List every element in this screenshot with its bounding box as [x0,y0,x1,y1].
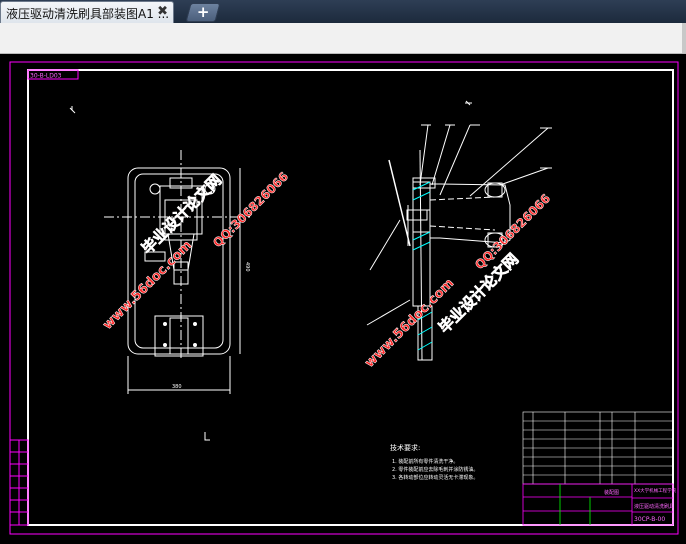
tech-title: 技术要求: [390,443,420,452]
tech-note-2: 2. 零件装配前应去除毛刺并涂防锈油。 [392,466,478,473]
view-mark-b [465,100,472,106]
new-tab-button[interactable]: + [185,3,221,22]
title-school: XX大学机械工程学院 [634,487,677,494]
tab-drawing[interactable]: 液压驱动清洗刷具部装图A1 ... ✖ [0,1,174,23]
view-mark-a [69,106,76,114]
toolbar-edge [682,23,686,53]
watermark-left: 毕业设计论文网 www.56doc.com QQ:306826066 [100,169,291,333]
tech-note-3: 3. 各转动部位应转动灵活无卡滞现象。 [392,474,478,481]
dim-width: 380 [172,384,182,390]
parts-list [522,411,674,485]
left-view [104,150,250,394]
watermark-right: 毕业设计论文网 www.56doc.com QQ:306826066 [362,191,553,371]
drawing-code-top: 30-B-LD03 [30,73,62,80]
title-stage: 装配图 [604,489,619,496]
left-margin-table [9,439,29,526]
title-code: 30CP-B-00 [634,516,665,523]
tab-bar: 液压驱动清洗刷具部装图A1 ... ✖ + [0,0,686,24]
plus-icon: + [196,3,210,21]
dim-height: 490 [244,262,250,272]
outer-frame [9,61,679,535]
close-icon[interactable]: ✖ [157,4,168,19]
cad-canvas[interactable]: 30-B-LD03 380 490 技术要求: 1. 装配前所有零件清洗干净。 … [0,54,686,540]
corner-mark [204,432,210,441]
title-name: 液压驱动清洗刷具 [634,503,674,510]
tech-note-1: 1. 装配前所有零件清洗干净。 [392,458,458,465]
toolbar [0,23,686,54]
cad-drawing: 30-B-LD03 380 490 技术要求: 1. 装配前所有零件清洗干净。 … [9,61,679,535]
tab-title: 液压驱动清洗刷具部装图A1 ... [6,7,170,21]
